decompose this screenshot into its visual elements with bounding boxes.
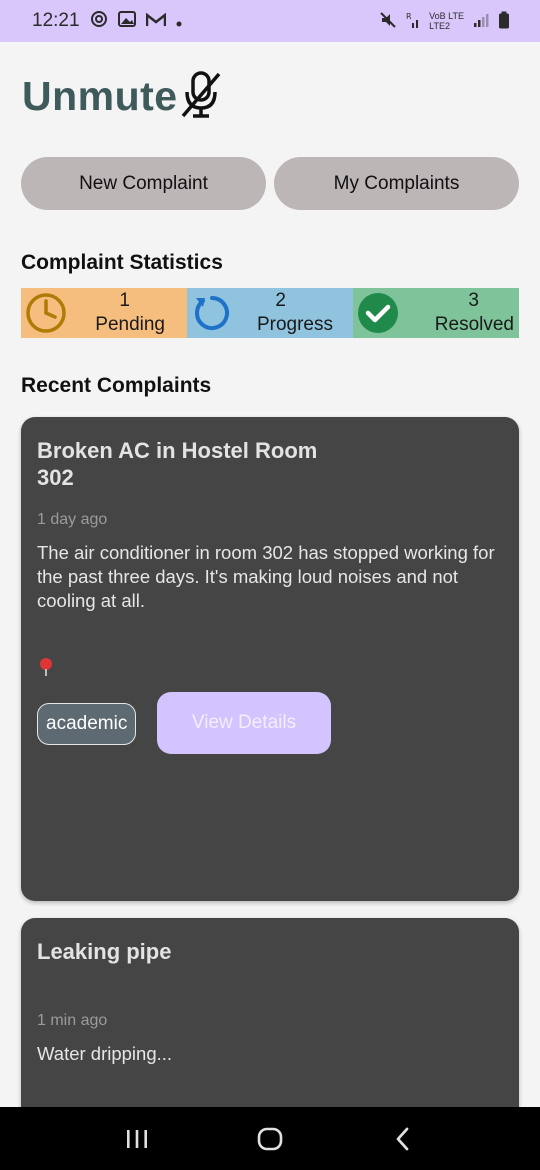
complaint-description: The air conditioner in room 302 has stop… bbox=[37, 542, 495, 611]
status-bar: 12:21 R VoB LTE LTE2 bbox=[0, 0, 540, 42]
view-details-button[interactable]: View Details bbox=[157, 692, 331, 754]
network-bottom-label: LTE2 bbox=[429, 21, 450, 31]
home-icon[interactable] bbox=[250, 1119, 290, 1159]
refresh-icon bbox=[191, 292, 233, 334]
mic-off-icon bbox=[180, 70, 222, 125]
network-top-label: VoB LTE bbox=[429, 11, 464, 21]
app-content: Unmute New Complaint My Complaints Compl… bbox=[0, 42, 540, 1107]
svg-text:R: R bbox=[406, 12, 412, 21]
stat-pending-label: Pending bbox=[95, 314, 165, 335]
logo-text: Unmute bbox=[22, 73, 178, 119]
location-pin-icon bbox=[38, 657, 54, 682]
mute-icon bbox=[379, 11, 397, 32]
new-complaint-button[interactable]: New Complaint bbox=[21, 157, 266, 210]
action-buttons: New Complaint My Complaints bbox=[21, 157, 519, 210]
category-tag: academic bbox=[37, 703, 137, 745]
stats-title: Complaint Statistics bbox=[21, 251, 223, 274]
stat-resolved[interactable]: 3 Resolved bbox=[353, 288, 519, 338]
signal-r-icon: R bbox=[406, 11, 420, 32]
complaint-time: 1 min ago bbox=[37, 1012, 108, 1029]
stat-pending[interactable]: 1 Pending bbox=[21, 288, 187, 338]
gmail-icon bbox=[145, 11, 166, 32]
check-circle-icon bbox=[357, 292, 399, 334]
gallery-icon bbox=[117, 10, 136, 32]
complaint-card[interactable]: Broken AC in Hostel Room 302 1 day ago T… bbox=[21, 417, 519, 901]
my-complaints-button[interactable]: My Complaints bbox=[274, 157, 519, 210]
app-logo: Unmute bbox=[22, 68, 222, 125]
complaint-time: 1 day ago bbox=[37, 511, 108, 528]
clock-icon bbox=[25, 292, 67, 334]
dot-icon bbox=[176, 11, 182, 32]
battery-icon bbox=[498, 11, 510, 32]
signal-bars-icon bbox=[473, 12, 489, 31]
stat-progress-label: Progress bbox=[256, 314, 333, 335]
back-icon[interactable] bbox=[383, 1119, 423, 1159]
stats-bar: 1 Pending 2 Progress 3 Resolved bbox=[21, 288, 519, 338]
stat-progress[interactable]: 2 Progress bbox=[187, 288, 353, 338]
stat-resolved-label: Resolved bbox=[434, 314, 514, 335]
complaint-title: Broken AC in Hostel Room 302 bbox=[37, 438, 318, 490]
complaint-card[interactable]: Leaking pipe 1 min ago Water dripping... bbox=[21, 918, 519, 1107]
volte-lte-icon: VoB LTE LTE2 bbox=[429, 11, 464, 31]
status-time: 12:21 bbox=[32, 10, 80, 31]
system-nav-bar bbox=[0, 1107, 540, 1170]
recent-title: Recent Complaints bbox=[21, 374, 212, 397]
recents-icon[interactable] bbox=[117, 1119, 157, 1159]
complaint-title: Leaking pipe bbox=[37, 939, 172, 964]
complaint-description: Water dripping... bbox=[37, 1043, 173, 1064]
settings-sync-icon bbox=[90, 10, 108, 33]
